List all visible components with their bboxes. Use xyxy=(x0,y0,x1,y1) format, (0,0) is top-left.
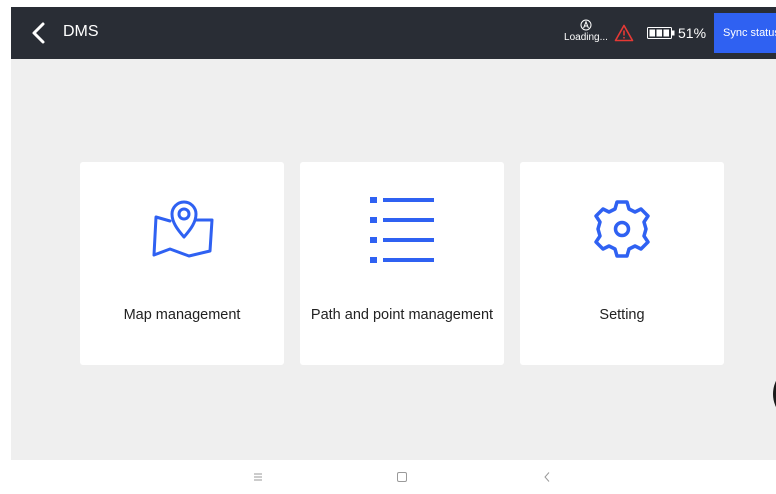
warning-icon[interactable] xyxy=(614,24,634,42)
app-window: DMS Loading... 51% Sync status Map manag… xyxy=(11,7,776,460)
battery-percent: 51% xyxy=(678,25,707,41)
card-map-management[interactable]: Map management xyxy=(80,162,284,365)
connection-status: Loading... xyxy=(563,19,609,44)
auto-mode-icon xyxy=(580,19,592,31)
gear-icon xyxy=(594,200,650,258)
sync-status-button[interactable]: Sync status xyxy=(714,13,776,53)
menu-icon[interactable] xyxy=(250,469,266,485)
back-arrow-icon xyxy=(32,22,45,44)
card-label: Map management xyxy=(123,307,241,323)
card-path-point-management[interactable]: Path and point management xyxy=(300,162,504,365)
card-label: Setting xyxy=(599,307,645,323)
page-title: DMS xyxy=(63,23,99,40)
back-chevron-icon[interactable] xyxy=(539,469,555,485)
card-label: Path and point management xyxy=(310,307,494,323)
system-nav-bar xyxy=(0,460,776,494)
map-pin-icon xyxy=(152,200,214,258)
card-setting[interactable]: Setting xyxy=(520,162,724,365)
home-square-icon[interactable] xyxy=(394,469,410,485)
top-bar: DMS Loading... 51% Sync status xyxy=(11,7,776,59)
battery-icon xyxy=(647,27,675,39)
list-icon xyxy=(370,197,434,263)
back-button[interactable] xyxy=(29,21,49,45)
status-text: Loading... xyxy=(564,32,608,43)
